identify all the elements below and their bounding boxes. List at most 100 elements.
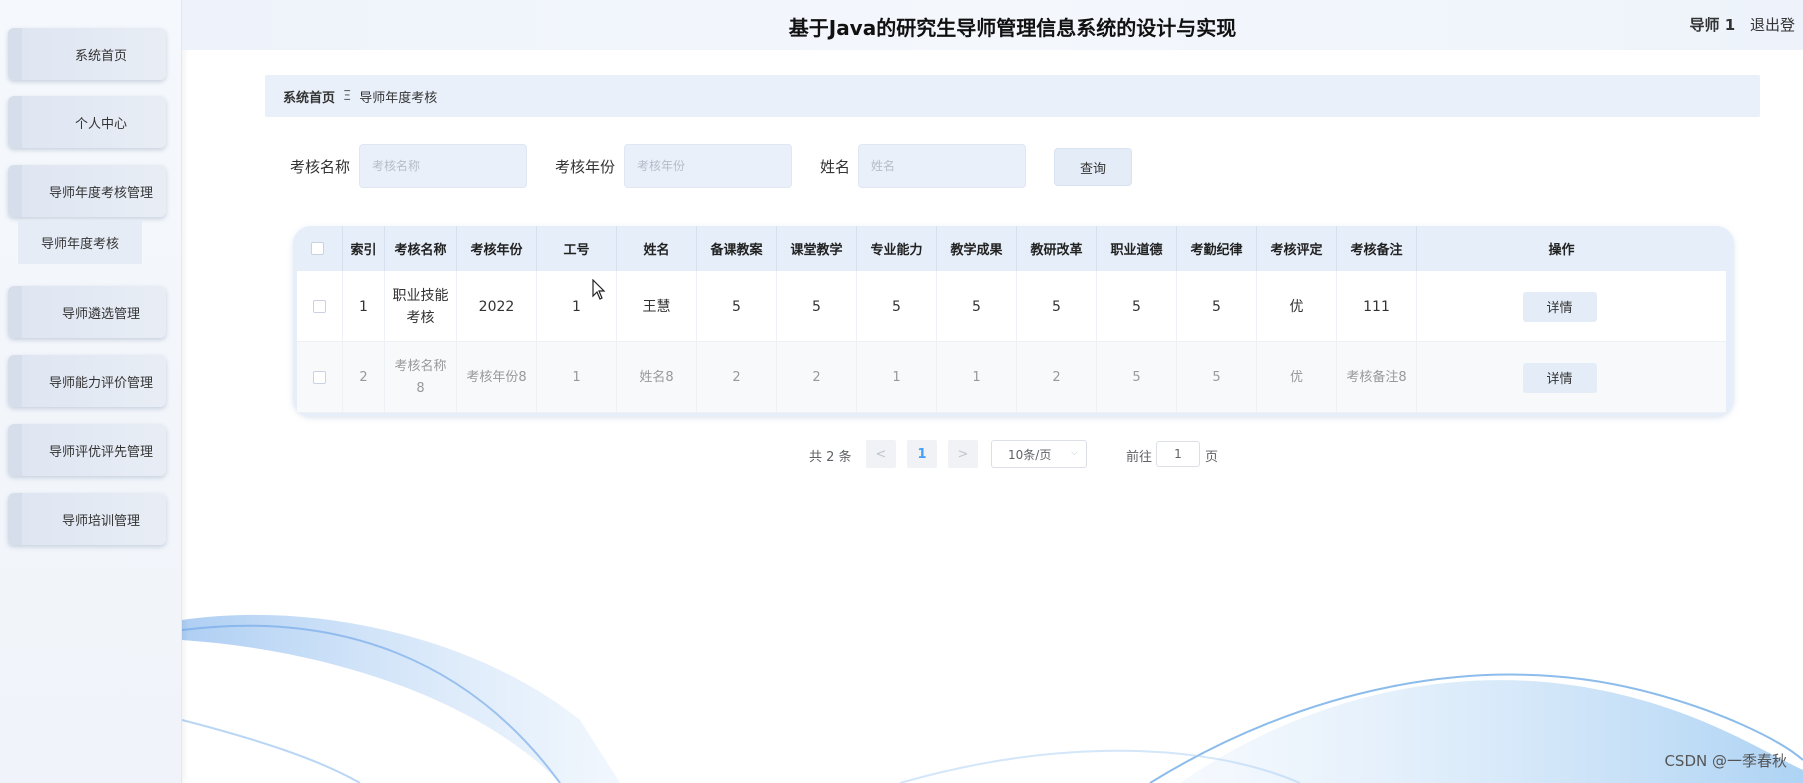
search-person-label: 姓名: [820, 158, 851, 176]
col-header: 职业道德: [1097, 226, 1177, 271]
col-header: 考核年份: [457, 226, 537, 271]
cell-job-no: 1: [537, 342, 617, 413]
cell-action: 详情: [1417, 342, 1702, 413]
cell-name: 考核名称8: [385, 342, 457, 413]
watermark: CSDN @一季春秋: [1664, 752, 1787, 770]
col-header: 教研改革: [1017, 226, 1097, 271]
sidebar-item-label: 导师能力评价管理: [48, 375, 153, 391]
sidebar-item-training-mgmt[interactable]: 导师培训管理: [8, 493, 166, 545]
breadcrumb: 系统首页 Ξ 导师年度考核: [265, 75, 1760, 117]
col-header: 考勤纪律: [1177, 226, 1257, 271]
sidebar-item-label: 系统首页: [74, 48, 127, 64]
col-header: 工号: [537, 226, 617, 271]
col-header: 考核评定: [1257, 226, 1337, 271]
detail-button[interactable]: 详情: [1522, 291, 1597, 322]
top-header: 基于Java的研究生导师管理信息系统的设计与实现 导师 1 退出登: [182, 0, 1803, 50]
sidebar-item-ability-eval-mgmt[interactable]: 导师能力评价管理: [8, 355, 166, 407]
search-year-label: 考核年份: [555, 158, 616, 176]
row-checkbox[interactable]: [313, 300, 326, 313]
search-name-label: 考核名称: [290, 158, 351, 176]
cell-rating: 优: [1257, 342, 1337, 413]
cell-reform: 2: [1017, 342, 1097, 413]
col-header: 索引: [343, 226, 385, 271]
col-header: 备课教案: [697, 226, 777, 271]
col-header: 专业能力: [857, 226, 937, 271]
sidebar-item-home[interactable]: 系统首页: [8, 28, 166, 80]
cell-remark: 111: [1337, 271, 1417, 342]
page-number-current[interactable]: 1: [907, 440, 937, 468]
cell-name: 职业技能考核: [385, 271, 457, 342]
cell-rating: 优: [1257, 271, 1337, 342]
cell-result: 1: [937, 342, 1017, 413]
cell-ethics: 5: [1097, 271, 1177, 342]
search-person-input[interactable]: [858, 144, 1026, 188]
data-table: 索引 考核名称 考核年份 工号 姓名 备课教案 课堂教学 专业能力 教学成果 教…: [293, 226, 1734, 416]
col-header: 考核名称: [385, 226, 457, 271]
cell-index: 2: [343, 342, 385, 413]
detail-button[interactable]: 详情: [1522, 362, 1597, 393]
table-body: 1 职业技能考核 2022 1 王慧 5 5 5 5 5 5 5 优 111 详…: [297, 271, 1726, 413]
search-year-input[interactable]: [624, 144, 792, 188]
goto-label: 前往: [1126, 450, 1153, 465]
query-button[interactable]: 查询: [1054, 148, 1132, 186]
sidebar-item-label: 导师遴选管理: [61, 306, 140, 322]
user-area: 导师 1 退出登: [1690, 14, 1795, 35]
sidebar-subitem-annual-review[interactable]: 导师年度考核: [18, 220, 142, 264]
sidebar-item-excellence-mgmt[interactable]: 导师评优评先管理: [8, 424, 166, 476]
sidebar-item-profile[interactable]: 个人中心: [8, 96, 166, 148]
table-row: 2 考核名称8 考核年份8 1 姓名8 2 2 1 1 2 5 5 优 考核备注…: [297, 342, 1726, 413]
breadcrumb-home[interactable]: 系统首页: [283, 87, 335, 106]
col-header: 考核备注: [1337, 226, 1417, 271]
cell-person: 王慧: [617, 271, 697, 342]
sidebar-item-selection-mgmt[interactable]: 导师遴选管理: [8, 286, 166, 338]
cell-teaching: 5: [777, 271, 857, 342]
goto-page-input[interactable]: [1156, 441, 1200, 467]
row-checkbox-cell[interactable]: [297, 271, 343, 342]
col-header: 操作: [1548, 243, 1575, 258]
col-header: 教学成果: [937, 226, 1017, 271]
sidebar-subitem-label: 导师年度考核: [40, 236, 119, 252]
col-header: 姓名: [617, 226, 697, 271]
cell-ability: 5: [857, 271, 937, 342]
cell-person: 姓名8: [617, 342, 697, 413]
cell-year: 考核年份8: [457, 342, 537, 413]
cell-reform: 5: [1017, 271, 1097, 342]
page-unit-label: 页: [1205, 450, 1219, 465]
sidebar-item-label: 导师评优评先管理: [48, 444, 153, 460]
cell-attendance: 5: [1177, 271, 1257, 342]
cell-action: 详情: [1417, 271, 1702, 342]
cell-index: 1: [343, 271, 385, 342]
next-page-button[interactable]: >: [948, 440, 978, 468]
select-all-checkbox-cell[interactable]: [293, 226, 343, 271]
cell-prep: 2: [697, 342, 777, 413]
cell-year: 2022: [457, 271, 537, 342]
cell-result: 5: [937, 271, 1017, 342]
sidebar-item-label: 导师培训管理: [61, 513, 140, 529]
col-header: 课堂教学: [777, 226, 857, 271]
search-name-input[interactable]: [359, 144, 527, 188]
sidebar-item-label: 个人中心: [74, 116, 127, 132]
page-size-value: 10条/页: [1008, 447, 1052, 462]
sidebar-item-annual-review-mgmt[interactable]: 导师年度考核管理: [8, 165, 166, 217]
page-title: 基于Java的研究生导师管理信息系统的设计与实现: [788, 16, 1237, 40]
cell-remark: 考核备注8: [1337, 342, 1417, 413]
breadcrumb-separator-icon: Ξ: [343, 88, 352, 104]
cell-prep: 5: [697, 271, 777, 342]
select-all-checkbox[interactable]: [311, 242, 324, 255]
chevron-down-icon: ⌵: [1071, 448, 1078, 458]
mouse-cursor-icon: [592, 279, 606, 300]
table-header: 索引 考核名称 考核年份 工号 姓名 备课教案 课堂教学 专业能力 教学成果 教…: [293, 226, 1734, 271]
cell-ability: 1: [857, 342, 937, 413]
page-size-select[interactable]: 10条/页 ⌵: [991, 440, 1087, 468]
logout-link[interactable]: 退出登: [1750, 16, 1795, 34]
cell-ethics: 5: [1097, 342, 1177, 413]
sidebar: 系统首页 个人中心 导师年度考核管理 导师年度考核 导师遴选管理 导师能力评价管…: [0, 0, 182, 783]
row-checkbox[interactable]: [313, 371, 326, 384]
pagination-total: 共 2 条: [809, 450, 852, 465]
table-row: 1 职业技能考核 2022 1 王慧 5 5 5 5 5 5 5 优 111 详…: [297, 271, 1726, 342]
user-name: 导师 1: [1689, 16, 1736, 34]
breadcrumb-current: 导师年度考核: [359, 90, 438, 106]
prev-page-button[interactable]: <: [866, 440, 896, 468]
cell-attendance: 5: [1177, 342, 1257, 413]
row-checkbox-cell[interactable]: [297, 342, 343, 413]
